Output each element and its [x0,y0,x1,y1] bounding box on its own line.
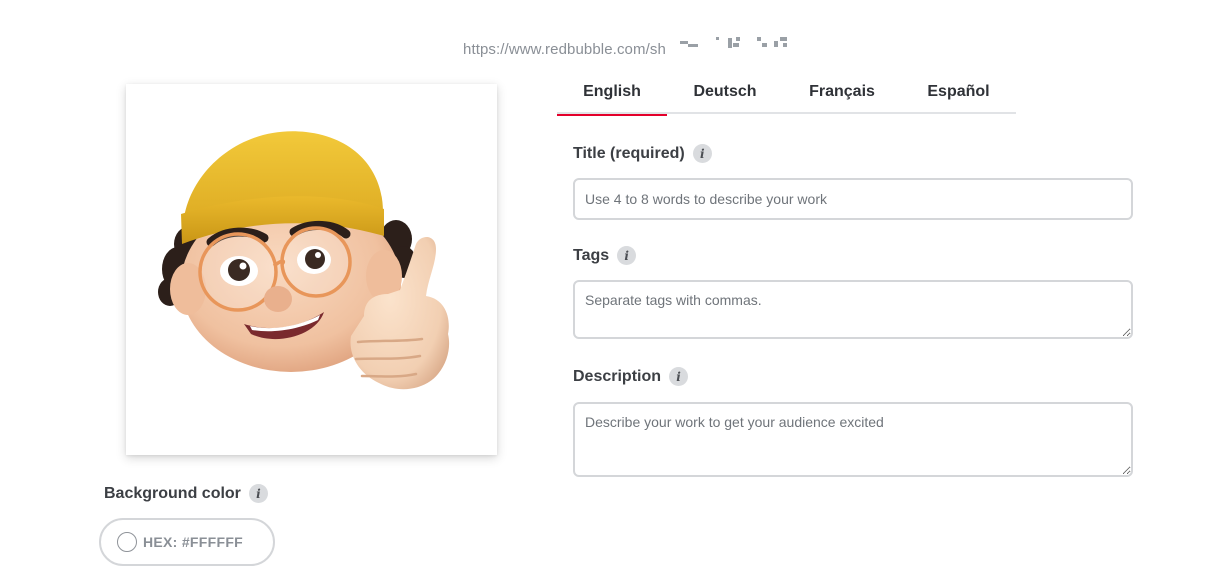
background-color-label: Background color [104,484,241,502]
tab-espanol[interactable]: Español [901,78,1016,114]
memoji-thumbs-up-image [158,131,450,390]
description-input[interactable] [573,402,1133,477]
description-info-icon[interactable]: i [669,367,689,386]
title-input[interactable] [573,178,1133,220]
description-label: Description [573,367,662,385]
language-tabs: English Deutsch Français Español [557,78,1016,116]
tags-label-row: Tags i [573,246,637,265]
background-color-info-icon[interactable]: i [248,484,268,503]
url-redacted-fragment [678,35,790,49]
title-info-icon[interactable]: i [692,144,712,163]
description-label-row: Description i [573,367,689,386]
title-label-row: Title (required) i [573,144,712,163]
background-color-picker[interactable]: HEX: #FFFFFF [99,518,275,566]
tab-deutsch[interactable]: Deutsch [667,78,783,114]
tags-input[interactable] [573,280,1133,339]
url-text: https://www.redbubble.com/sh [463,41,666,58]
hex-value: HEX: #FFFFFF [143,534,244,550]
background-color-label-row: Background color i [104,484,268,503]
tags-info-icon[interactable]: i [617,246,637,265]
tab-francais[interactable]: Français [783,78,901,114]
color-swatch[interactable] [117,532,137,552]
artwork-preview[interactable] [126,84,497,455]
title-label: Title (required) [573,144,685,162]
tags-label: Tags [573,246,610,264]
tab-english[interactable]: English [557,78,667,116]
